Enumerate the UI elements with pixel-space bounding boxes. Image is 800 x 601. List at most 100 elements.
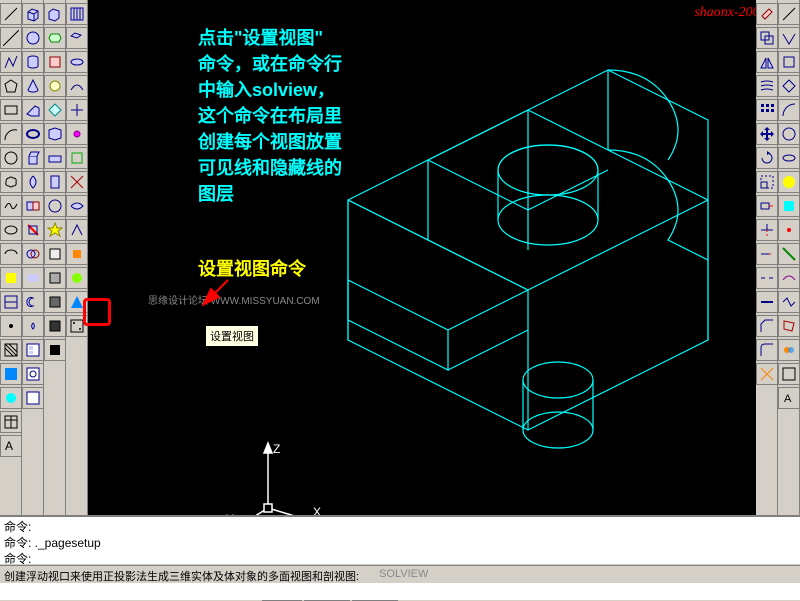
tool-surf-3[interactable] [66,51,88,73]
tool-3dview-7[interactable] [44,147,66,169]
tool-join[interactable] [756,291,778,313]
tool-line[interactable] [0,3,22,25]
tool-array[interactable] [756,99,778,121]
tool-move[interactable] [756,123,778,145]
tool-extend[interactable] [756,243,778,265]
tool-r2-8[interactable] [778,171,800,193]
tool-polygon[interactable] [0,75,22,97]
tool-3dview-4[interactable] [44,75,66,97]
cmd-input-prompt[interactable]: 命令: [4,551,796,565]
tool-intersect[interactable] [22,315,44,337]
tool-table[interactable] [0,411,22,433]
tool-section[interactable] [22,219,44,241]
tool-rotate[interactable] [756,147,778,169]
tool-fillet[interactable] [756,339,778,361]
tool-rectangle[interactable] [0,99,22,121]
tool-chamfer[interactable] [756,315,778,337]
tool-revcloud[interactable] [0,171,22,193]
tool-3dview-10[interactable] [44,219,66,241]
tool-extrude[interactable] [22,147,44,169]
tool-surf-8[interactable] [66,171,88,193]
tool-r2-17[interactable]: A [778,387,800,409]
tool-copy[interactable] [756,27,778,49]
tool-3dview-9[interactable] [44,195,66,217]
tool-shade-5[interactable] [44,339,66,361]
tool-interfere[interactable] [22,243,44,265]
tool-point[interactable] [0,315,22,337]
tool-3dview-1[interactable] [44,3,66,25]
tool-erase[interactable] [756,3,778,25]
tool-arc[interactable] [0,123,22,145]
tool-shade-2[interactable] [44,267,66,289]
tool-r2-16[interactable] [778,363,800,385]
tool-surf-1[interactable] [66,3,88,25]
tool-ellipse-arc[interactable] [0,243,22,265]
tool-subtract[interactable] [22,291,44,313]
tool-block[interactable] [0,291,22,313]
tool-r2-1[interactable] [778,3,800,25]
command-window: 命令: 命令: ._pagesetup 命令: 创建浮动视口来使用正投影法生成三… [0,515,800,600]
tool-shade-3[interactable] [44,291,66,313]
tool-3dview-3[interactable] [44,51,66,73]
tool-revolve[interactable] [22,171,44,193]
toolbar-column-right-1 [756,0,778,515]
tool-pline[interactable] [0,51,22,73]
tool-cone[interactable] [22,75,44,97]
tool-3dview-6[interactable] [44,123,66,145]
tool-r2-14[interactable] [778,315,800,337]
tool-r2-11[interactable] [778,243,800,265]
tool-surf-11[interactable] [66,243,88,265]
tool-surf-9[interactable] [66,195,88,217]
tool-r2-4[interactable] [778,75,800,97]
tool-ellipse[interactable] [0,219,22,241]
tool-r2-12[interactable] [778,267,800,289]
tool-trim[interactable] [756,219,778,241]
tool-scale[interactable] [756,171,778,193]
tool-r2-15[interactable] [778,339,800,361]
tool-surf-7[interactable] [66,147,88,169]
tool-region[interactable] [0,387,22,409]
tool-r2-10[interactable] [778,219,800,241]
tool-hatch[interactable] [0,339,22,361]
tool-torus[interactable] [22,123,44,145]
tool-3dview-2[interactable] [44,27,66,49]
tool-insert[interactable] [0,267,22,289]
drawing-viewport[interactable]: shaonx-2008-2-8 www.jcwcn.com 思缘设计论坛 WWW… [88,0,800,578]
tool-stretch[interactable] [756,195,778,217]
tool-break[interactable] [756,267,778,289]
tool-soldraw[interactable] [22,363,44,385]
tool-offset[interactable] [756,75,778,97]
tool-3dview-5[interactable] [44,99,66,121]
tool-circle[interactable] [0,147,22,169]
tool-r2-6[interactable] [778,123,800,145]
tool-r2-3[interactable] [778,51,800,73]
tool-box[interactable] [22,3,44,25]
tool-r2-9[interactable] [778,195,800,217]
tool-spline[interactable] [0,195,22,217]
tool-union[interactable] [22,267,44,289]
tool-xline[interactable] [0,27,22,49]
tool-shade-4[interactable] [44,315,66,337]
tool-slice[interactable] [22,195,44,217]
tool-gradient[interactable] [0,363,22,385]
tool-r2-13[interactable] [778,291,800,313]
tool-shade-1[interactable] [44,243,66,265]
tool-surf-12[interactable] [66,267,88,289]
tool-solprof[interactable] [22,387,44,409]
tool-3dview-8[interactable] [44,171,66,193]
tool-sphere[interactable] [22,27,44,49]
tool-mirror[interactable] [756,51,778,73]
tool-r2-5[interactable] [778,99,800,121]
tool-surf-10[interactable] [66,219,88,241]
tool-surf-4[interactable] [66,75,88,97]
tool-surf-6[interactable] [66,123,88,145]
tool-solview[interactable] [22,339,44,361]
tool-explode[interactable] [756,363,778,385]
tool-surf-2[interactable] [66,27,88,49]
tool-surf-5[interactable] [66,99,88,121]
tool-r2-7[interactable] [778,147,800,169]
tool-r2-2[interactable] [778,27,800,49]
tool-wedge[interactable] [22,99,44,121]
tool-mtext[interactable]: A [0,435,22,457]
tool-cylinder[interactable] [22,51,44,73]
